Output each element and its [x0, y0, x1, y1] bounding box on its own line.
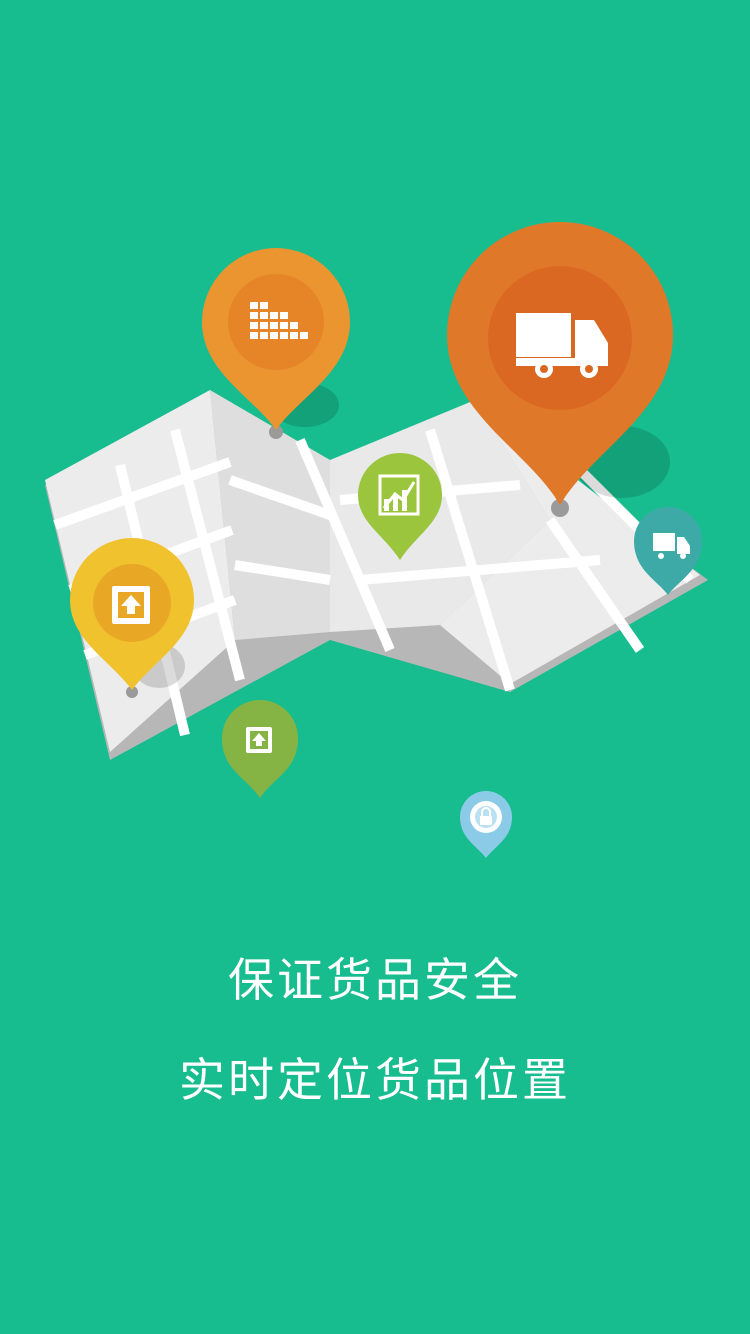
padlock-pin	[460, 791, 512, 858]
map-illustration	[45, 222, 708, 858]
package-upload-icon	[112, 586, 150, 624]
package-upload-icon	[246, 727, 272, 753]
package-pin-small	[222, 700, 298, 798]
caption-realtime-location: 实时定位货品位置	[179, 1053, 571, 1107]
caption-goods-safety: 保证货品安全	[228, 953, 522, 1007]
onboarding-screen: 保证货品安全 实时定位货品位置	[0, 0, 750, 1334]
